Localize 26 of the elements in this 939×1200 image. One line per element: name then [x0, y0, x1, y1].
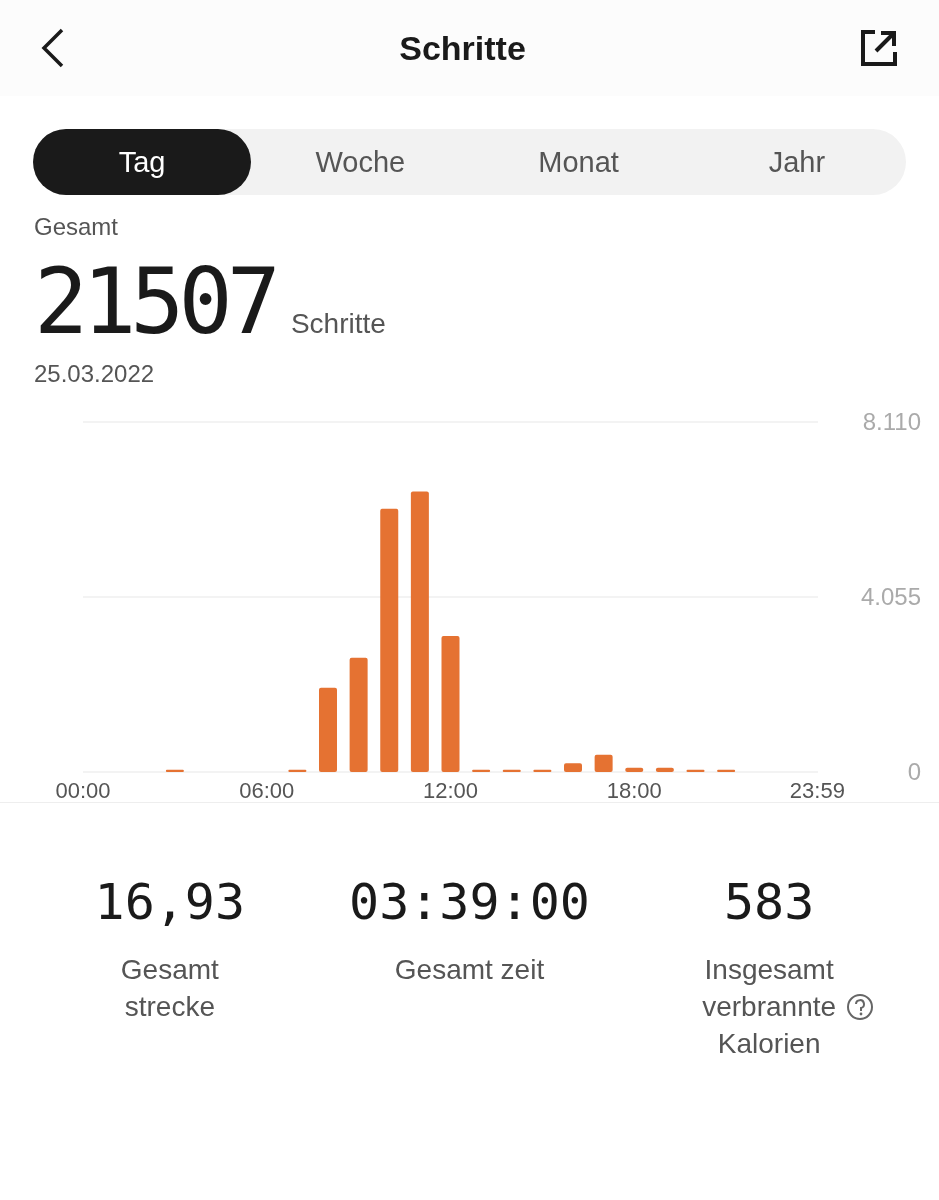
axis-tick-label: 06:00: [239, 778, 295, 802]
axis-tick-label: 18:00: [606, 778, 662, 802]
stat-label: Gesamt zeit: [394, 953, 545, 987]
period-tab[interactable]: Jahr: [687, 129, 906, 195]
date-label: 25.03.2022: [34, 360, 156, 388]
stat-value: 16,93: [94, 873, 246, 931]
axis-tick-label: 23:59: [789, 778, 845, 802]
share-button[interactable]: [859, 28, 899, 68]
back-button[interactable]: [40, 28, 66, 68]
stat-label: Gesamt strecke: [119, 953, 220, 1024]
stat-value: 03:39:00: [349, 873, 590, 931]
stat-label: Insgesamt verbrannte Kalorien: [701, 953, 838, 1061]
period-tab[interactable]: Tag: [33, 129, 252, 195]
total-label: Gesamt: [34, 213, 120, 241]
help-icon[interactable]: [846, 993, 875, 1021]
screen-title: Schritte: [399, 28, 526, 68]
axis-tick-label: 4.055: [860, 583, 921, 610]
period-tab[interactable]: Woche: [251, 129, 470, 195]
step-count: 21507: [34, 249, 275, 354]
stat-value: 583: [724, 873, 815, 931]
step-unit: Schritte: [290, 308, 386, 340]
axis-tick-label: 00:00: [55, 778, 111, 802]
axis-tick-label: 12:00: [422, 778, 479, 802]
axis-tick-label: 0: [907, 758, 921, 785]
period-tab[interactable]: Monat: [469, 129, 688, 195]
axis-tick-label: 8.110: [862, 408, 921, 435]
